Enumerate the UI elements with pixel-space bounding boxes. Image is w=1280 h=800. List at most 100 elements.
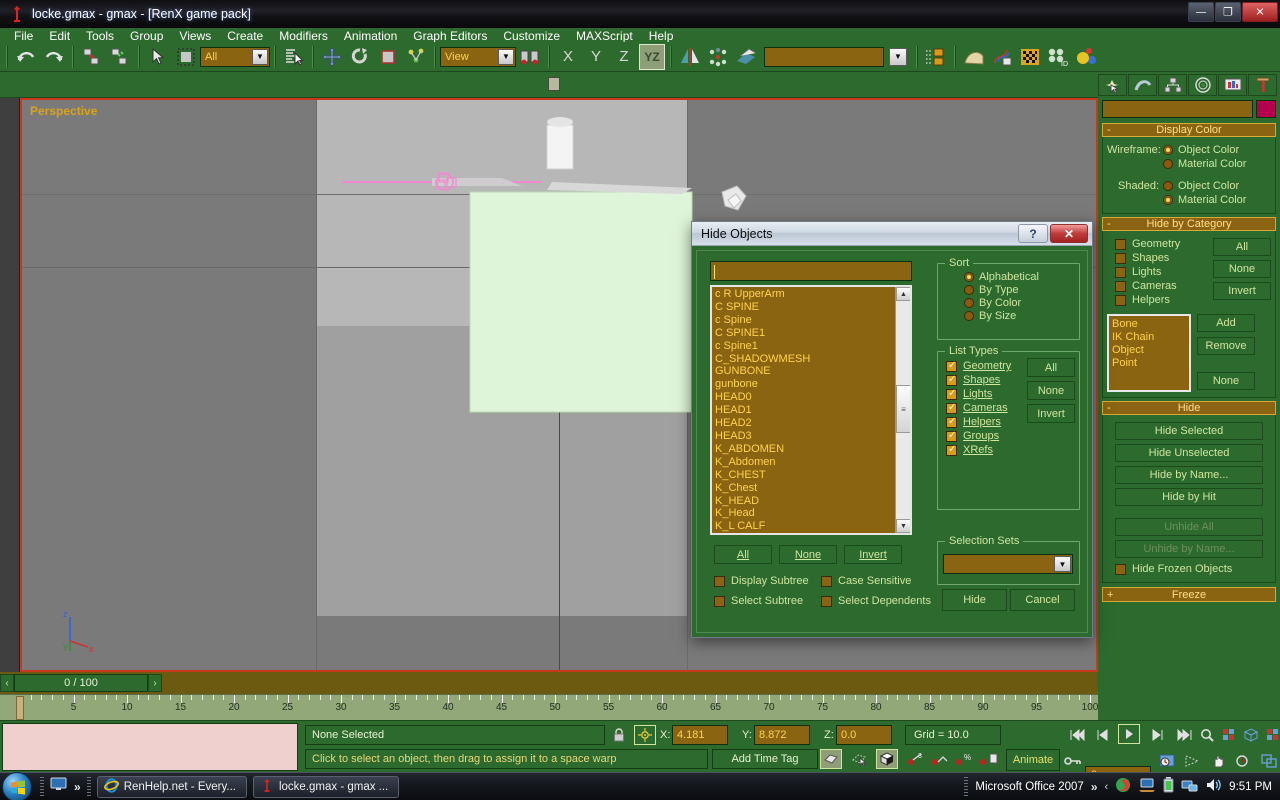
scroll-up-icon[interactable]: ▲	[896, 287, 911, 301]
hide-selected-button[interactable]: Hide Selected	[1115, 422, 1263, 440]
display-subtree-checkbox[interactable]: Display Subtree	[714, 575, 809, 587]
list-type-helpers[interactable]: Helpers	[946, 416, 1027, 428]
add-button[interactable]: Add	[1197, 314, 1255, 332]
create-key-percent-icon[interactable]: %	[954, 749, 976, 769]
zoom-region-icon[interactable]	[1262, 725, 1280, 745]
minimize-button[interactable]: —	[1188, 2, 1214, 22]
maximize-viewport-toggle-icon[interactable]	[1258, 751, 1280, 771]
category-none-button[interactable]: None	[1213, 260, 1271, 278]
hide-header[interactable]: - Hide	[1102, 401, 1276, 415]
viewport-label[interactable]: Perspective	[30, 104, 97, 118]
object-list-scrollbar[interactable]: ▲ ≡ ▼	[895, 287, 910, 533]
next-frame-button[interactable]: ›	[148, 674, 162, 692]
taskbar-clock[interactable]: 9:51 PM	[1229, 781, 1272, 793]
set-key-icon[interactable]	[876, 749, 898, 769]
battery-icon[interactable]	[1163, 777, 1174, 798]
zoom-icon[interactable]	[1196, 725, 1218, 745]
list-item[interactable]: IK Chain Object	[1112, 331, 1186, 357]
show-hidden-icons-icon[interactable]: ‹	[1105, 781, 1109, 793]
unlink-selection-icon[interactable]	[107, 44, 133, 70]
go-to-start-icon[interactable]	[1066, 725, 1088, 745]
animate-button[interactable]: Animate	[1006, 749, 1060, 771]
taskbar-grip[interactable]	[40, 777, 44, 797]
material-editor-icon[interactable]	[1017, 44, 1043, 70]
category-all-button[interactable]: All	[1213, 238, 1271, 256]
motion-tab[interactable]	[1188, 74, 1217, 96]
select-object-icon[interactable]	[145, 44, 171, 70]
rectangular-selection-region-icon[interactable]	[173, 44, 199, 70]
expand-icon[interactable]: +	[1107, 588, 1113, 602]
restrict-x-axis-button[interactable]: X	[555, 44, 581, 70]
reference-coordinate-dropdown[interactable]: View ▼	[440, 47, 516, 67]
viewport-splitter-handle[interactable]	[548, 77, 560, 91]
modify-tab[interactable]	[1128, 74, 1157, 96]
time-slider-readout[interactable]: 0 / 100	[14, 674, 148, 692]
list-item[interactable]: c Spine	[715, 314, 910, 327]
pan-region-icon[interactable]	[1182, 751, 1204, 771]
hide-by-name-button[interactable]: Hide by Name...	[1115, 466, 1263, 484]
align-icon[interactable]	[705, 44, 731, 70]
object-list[interactable]: c R UpperArmC SPINEc SpineC SPINE1c Spin…	[710, 285, 912, 535]
chevron-down-icon[interactable]: ▼	[498, 49, 514, 65]
close-button[interactable]: ✕	[1242, 2, 1278, 22]
unhide-all-button[interactable]: Unhide All	[1115, 518, 1263, 536]
absolute-relative-mode-icon[interactable]	[634, 725, 656, 745]
previous-key-icon[interactable]	[1092, 725, 1114, 745]
category-invert-button[interactable]: Invert	[1213, 282, 1271, 300]
object-name-field[interactable]	[1102, 100, 1253, 118]
zoom-extents-icon[interactable]	[1240, 725, 1262, 745]
select-key-icon[interactable]	[848, 749, 870, 769]
restrict-yz-plane-button[interactable]: YZ	[639, 44, 665, 70]
quick-launch-chevron-icon[interactable]: »	[74, 780, 81, 794]
tray-chevron-icon[interactable]: »	[1091, 780, 1098, 794]
hide-unselected-button[interactable]: Hide Unselected	[1115, 444, 1263, 462]
collapse-icon[interactable]: -	[1107, 218, 1111, 231]
list-item[interactable]: HEAD3	[715, 430, 910, 443]
list-item[interactable]: HEAD1	[715, 404, 910, 417]
shell-icon[interactable]	[1115, 777, 1131, 798]
category-lights[interactable]: Lights	[1115, 266, 1213, 278]
next-key-icon[interactable]	[1146, 725, 1168, 745]
collapse-icon[interactable]: -	[1107, 402, 1111, 415]
select-and-link-icon[interactable]	[79, 44, 105, 70]
hide-button[interactable]: Hide	[942, 589, 1007, 611]
freeze-rollout-header[interactable]: + Freeze	[1102, 587, 1276, 602]
create-key-path-icon[interactable]	[930, 749, 952, 769]
sort-by-type-radio[interactable]: By Type	[964, 284, 1079, 296]
list-item[interactable]: K_HEAD	[715, 495, 910, 508]
curve-editor-icon[interactable]	[961, 44, 987, 70]
maxscript-listener-pane[interactable]	[2, 723, 298, 771]
tray-office-label[interactable]: Microsoft Office 2007	[975, 781, 1083, 793]
taskbar-item-renhelp[interactable]: RenHelp.net - Every...	[97, 776, 247, 798]
play-animation-icon[interactable]	[1118, 724, 1140, 744]
chevron-down-icon[interactable]: ▼	[252, 49, 268, 65]
select-all-button[interactable]: All	[714, 545, 772, 564]
coord-y-field[interactable]: 8.872	[754, 725, 810, 745]
category-geometry[interactable]: Geometry	[1115, 238, 1213, 250]
list-item[interactable]: C SPINE	[715, 301, 910, 314]
dialog-close-button[interactable]: ✕	[1050, 224, 1088, 243]
render-type-icon[interactable]	[1073, 44, 1099, 70]
wireframe-object-color-radio[interactable]: Object Color	[1163, 144, 1246, 156]
track-bar-ruler[interactable]: 5101520253035404550556065707580859095100	[0, 694, 1098, 720]
taskbar-item-gmax[interactable]: locke.gmax - gmax ...	[253, 776, 399, 798]
unhide-by-name-button[interactable]: Unhide by Name...	[1115, 540, 1263, 558]
list-item[interactable]: K_Abdomen	[715, 456, 910, 469]
list-item[interactable]: c R UpperArm	[715, 288, 910, 301]
key-mode-toggle-icon[interactable]	[1062, 751, 1084, 771]
list-none-button[interactable]: None	[1197, 372, 1255, 390]
lock-selection-icon[interactable]	[608, 725, 630, 745]
mirror-icon[interactable]	[677, 44, 703, 70]
utilities-tab[interactable]	[1248, 74, 1277, 96]
selection-filter-dropdown[interactable]: All ▼	[200, 47, 270, 67]
select-and-move-icon[interactable]	[319, 44, 345, 70]
category-shapes[interactable]: Shapes	[1115, 252, 1213, 264]
dialog-help-button[interactable]: ?	[1018, 224, 1048, 243]
select-subtree-checkbox[interactable]: Select Subtree	[714, 595, 803, 607]
maximize-button[interactable]: ❐	[1215, 2, 1241, 22]
list-item[interactable]: c Spine1	[715, 340, 910, 353]
hierarchy-tab[interactable]	[1158, 74, 1187, 96]
create-key-3-icon[interactable]: 3	[906, 749, 928, 769]
scroll-down-icon[interactable]: ▼	[896, 519, 911, 533]
select-dependents-checkbox[interactable]: Select Dependents	[821, 595, 931, 607]
